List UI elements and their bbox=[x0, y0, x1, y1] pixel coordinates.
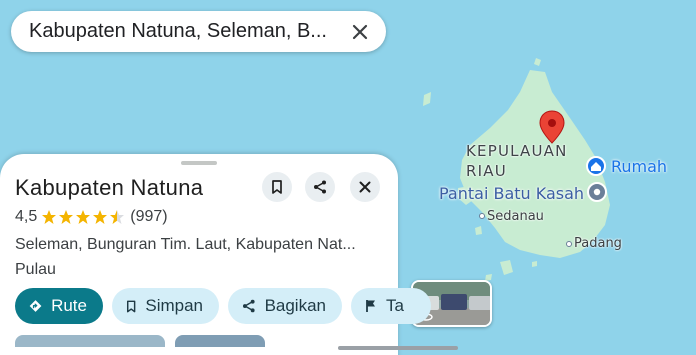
close-icon bbox=[352, 24, 368, 39]
region-label: KEPULAUAN RIAU bbox=[466, 142, 568, 180]
directions-icon bbox=[29, 300, 42, 312]
rating-row[interactable]: 4,5 (997) bbox=[15, 208, 168, 226]
bookmark-icon bbox=[272, 180, 282, 194]
rating-stars bbox=[41, 209, 126, 225]
share-icon bbox=[242, 299, 255, 313]
padang-dot bbox=[566, 241, 572, 247]
search-query[interactable]: Kabupaten Natuna, Seleman, B... bbox=[29, 20, 348, 43]
save-button[interactable]: Simpan bbox=[112, 288, 219, 324]
place-category: Pulau bbox=[15, 261, 56, 278]
star-half-icon bbox=[110, 210, 125, 224]
islet-3 bbox=[500, 260, 513, 275]
share-icon bbox=[314, 180, 326, 194]
home-marker[interactable] bbox=[586, 156, 606, 176]
photo-preview-2[interactable] bbox=[175, 335, 265, 347]
close-sheet-button[interactable] bbox=[350, 172, 380, 202]
star-full-icon bbox=[76, 210, 91, 224]
save-label: Simpan bbox=[145, 296, 203, 315]
beach-marker[interactable] bbox=[587, 182, 607, 202]
islet-6 bbox=[475, 226, 482, 235]
label-label: Ta bbox=[386, 296, 404, 315]
flag-icon bbox=[366, 300, 375, 312]
action-chips: Rute Simpan Bagikan Ta bbox=[15, 288, 431, 324]
bookmark-icon bbox=[126, 300, 136, 312]
route-label: Rute bbox=[51, 296, 87, 315]
sedanau-dot bbox=[479, 213, 485, 219]
drag-handle[interactable] bbox=[181, 161, 217, 165]
islet-2 bbox=[534, 58, 541, 66]
search-bar[interactable]: Kabupaten Natuna, Seleman, B... bbox=[11, 11, 386, 52]
clear-search-button[interactable] bbox=[348, 20, 372, 44]
town-label-padang: Padang bbox=[574, 236, 622, 251]
rating-value: 4,5 bbox=[15, 208, 38, 225]
place-bottom-sheet[interactable]: Kabupaten Natuna 4,5 (997) Seleman, Bung… bbox=[0, 154, 431, 355]
share-label: Bagikan bbox=[264, 296, 326, 315]
place-title: Kabupaten Natuna bbox=[15, 175, 204, 200]
photo-preview-1[interactable] bbox=[15, 335, 165, 347]
star-full-icon bbox=[42, 210, 57, 224]
share-icon-button[interactable] bbox=[305, 172, 335, 202]
islet-5 bbox=[532, 261, 537, 267]
star-full-icon bbox=[93, 210, 108, 224]
islet-1 bbox=[423, 92, 431, 106]
place-address: Seleman, Bunguran Tim. Laut, Kabupaten N… bbox=[15, 236, 356, 253]
town-label-sedanau: Sedanau bbox=[487, 209, 544, 224]
beach-label[interactable]: Pantai Batu Kasah bbox=[439, 184, 584, 203]
star-full-icon bbox=[59, 210, 74, 224]
label-button[interactable]: Ta bbox=[351, 288, 431, 324]
close-icon bbox=[359, 181, 371, 193]
share-button[interactable]: Bagikan bbox=[228, 288, 342, 324]
home-indicator bbox=[338, 346, 458, 350]
review-count[interactable]: (997) bbox=[130, 208, 167, 226]
route-button[interactable]: Rute bbox=[15, 288, 103, 324]
save-icon-button[interactable] bbox=[262, 172, 292, 202]
home-label[interactable]: Rumah bbox=[611, 157, 667, 176]
